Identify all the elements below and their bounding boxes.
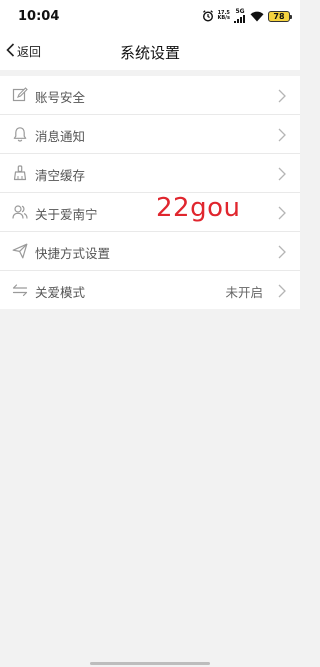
menu-item-label: 消息通知: [35, 129, 86, 144]
chevron-right-icon: [277, 127, 287, 142]
chevron-right-icon: [277, 244, 287, 259]
alarm-icon: [202, 7, 214, 26]
menu-item-care-mode[interactable]: 关爱模式 未开启: [0, 271, 300, 309]
send-icon: [12, 243, 28, 259]
chevron-right-icon: [277, 205, 287, 220]
status-time: 10:04: [18, 9, 60, 24]
menu-item-about[interactable]: 关于爱南宁: [0, 193, 300, 232]
menu-item-label: 关于爱南宁: [35, 207, 98, 222]
status-bar: 10:04 17.5 KB/s 5G 78: [0, 0, 300, 32]
header: 返回 系统设置: [0, 32, 300, 70]
menu-item-account-security[interactable]: 账号安全: [0, 76, 300, 115]
switch-arrows-icon: [12, 282, 28, 298]
chevron-right-icon: [277, 166, 287, 181]
signal-icon: [234, 15, 245, 23]
care-mode-status: 未开启: [225, 285, 263, 300]
cell-signal: 5G: [234, 9, 246, 23]
page-title: 系统设置: [119, 44, 180, 62]
broom-icon: [12, 165, 28, 181]
edit-icon: [12, 87, 28, 103]
home-indicator[interactable]: [90, 662, 210, 665]
watermark-text: 22gou: [156, 193, 241, 223]
users-icon: [12, 204, 28, 220]
menu-item-shortcut-settings[interactable]: 快捷方式设置: [0, 232, 300, 271]
chevron-right-icon: [277, 88, 287, 103]
menu-item-label: 快捷方式设置: [35, 246, 111, 261]
menu-item-clear-cache[interactable]: 清空缓存: [0, 154, 300, 193]
status-icons: 17.5 KB/s 5G 78: [202, 7, 292, 26]
menu-item-notifications[interactable]: 消息通知: [0, 115, 300, 154]
wifi-icon: [250, 7, 264, 26]
battery-indicator: 78: [268, 10, 292, 22]
chevron-right-icon: [277, 283, 287, 298]
menu-item-label: 关爱模式: [35, 285, 86, 300]
network-speed: 17.5 KB/s: [217, 10, 231, 21]
bell-icon: [12, 126, 28, 142]
menu-item-label: 清空缓存: [35, 168, 86, 183]
settings-list: 账号安全 消息通知 清空缓存 关于爱南宁 快捷方式设置 关爱模式 未开启: [0, 76, 300, 309]
menu-item-label: 账号安全: [35, 90, 86, 105]
